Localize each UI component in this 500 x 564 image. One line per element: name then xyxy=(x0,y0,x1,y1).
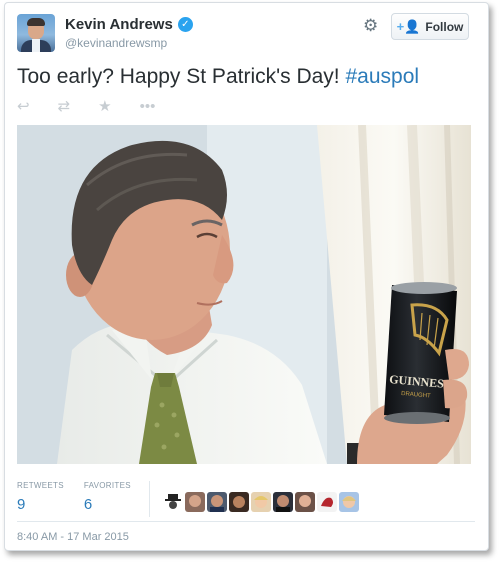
reply-icon[interactable]: ↩ xyxy=(17,99,30,114)
retweets-label: RETWEETS xyxy=(17,481,64,490)
favorites-stat[interactable]: FAVORITES 6 xyxy=(84,481,131,513)
retweets-stat[interactable]: RETWEETS 9 xyxy=(17,481,64,513)
author-display-name[interactable]: Kevin Andrews xyxy=(65,16,173,33)
favoriter-avatar[interactable] xyxy=(317,492,337,512)
favoriter-avatar[interactable] xyxy=(251,492,271,512)
tweet-text-body: Too early? Happy St Patrick's Day! xyxy=(17,65,346,88)
hashtag-link[interactable]: #auspol xyxy=(345,65,419,88)
tweet-card: Kevin Andrews ✓ @kevinandrewsmp ⚙ +👤 Fol… xyxy=(4,2,489,551)
stats-divider xyxy=(149,481,150,517)
favorite-icon[interactable]: ★ xyxy=(98,99,111,114)
author-avatar[interactable] xyxy=(17,14,55,52)
tweet-timestamp[interactable]: 8:40 AM - 17 Mar 2015 xyxy=(17,531,129,543)
tweet-photo[interactable]: GUINNESS DRAUGHT xyxy=(17,125,471,464)
author-handle[interactable]: @kevinandrewsmp xyxy=(65,36,167,50)
gear-icon[interactable]: ⚙ xyxy=(363,17,378,34)
favoriter-avatar[interactable] xyxy=(229,492,249,512)
favoriter-avatar[interactable] xyxy=(207,492,227,512)
tweet-actions: ↩ ⇄ ★ ••• xyxy=(17,99,155,114)
favorites-label: FAVORITES xyxy=(83,481,131,490)
favoriters-avatars xyxy=(163,492,359,512)
follow-person-plus-icon: +👤 xyxy=(396,18,421,34)
verified-badge-icon: ✓ xyxy=(177,17,193,32)
favoriter-avatar[interactable] xyxy=(163,492,183,512)
follow-button[interactable]: +👤 Follow xyxy=(391,13,469,40)
favoriter-avatar[interactable] xyxy=(185,492,205,512)
retweets-count: 9 xyxy=(17,496,26,513)
favoriter-avatar[interactable] xyxy=(273,492,293,512)
tweet-stats: RETWEETS 9 FAVORITES 6 xyxy=(17,481,151,513)
footer-divider xyxy=(17,521,475,522)
retweet-icon[interactable]: ⇄ xyxy=(58,99,71,114)
follow-label: Follow xyxy=(425,19,464,34)
photo-illustration: GUINNESS DRAUGHT xyxy=(17,125,471,464)
favoriter-avatar[interactable] xyxy=(295,492,315,512)
favoriter-avatar[interactable] xyxy=(339,492,359,512)
author-name-row[interactable]: Kevin Andrews ✓ xyxy=(65,16,193,33)
tweet-text: Too early? Happy St Patrick's Day! #ausp… xyxy=(17,65,419,89)
favorites-count: 6 xyxy=(83,496,93,513)
more-icon[interactable]: ••• xyxy=(140,99,156,114)
